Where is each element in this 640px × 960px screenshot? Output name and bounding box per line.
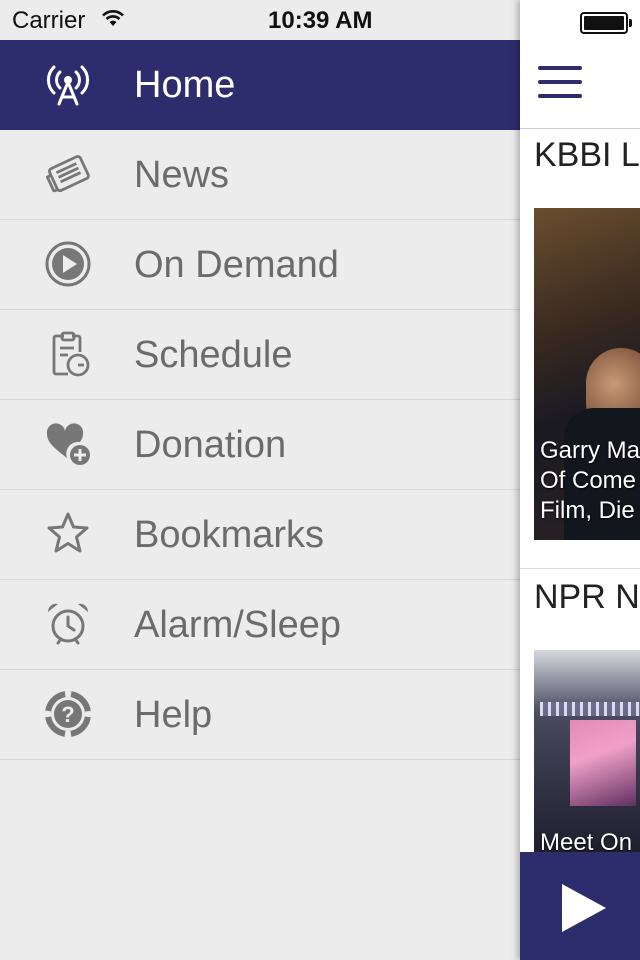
menu-item-help[interactable]: ? Help [0, 670, 520, 760]
clipboard-clock-icon [52, 331, 90, 377]
menu-item-schedule[interactable]: Schedule [0, 310, 520, 400]
menu-item-on-demand[interactable]: On Demand [0, 220, 520, 310]
menu-item-label: Bookmarks [134, 514, 325, 556]
menu-item-alarm-sleep[interactable]: Alarm/Sleep [0, 580, 520, 670]
story-caption-line: Of Come [540, 467, 637, 494]
play-icon[interactable] [558, 880, 610, 936]
story-card-npr[interactable]: Meet On [534, 650, 640, 860]
side-menu: Home News On Demand Schedule Donation Bo… [0, 40, 520, 760]
menu-item-label: Schedule [134, 334, 293, 376]
main-content-panel: KBBI L Garry Ma Of Come Film, Die NPR N … [520, 0, 640, 960]
menu-item-donation[interactable]: Donation [0, 400, 520, 490]
menu-item-label: Alarm/Sleep [134, 604, 341, 646]
player-bar [520, 852, 640, 960]
battery-icon [580, 12, 632, 34]
menu-item-news[interactable]: News [0, 130, 520, 220]
section-title-npr: NPR N [534, 578, 640, 616]
wifi-icon [102, 10, 124, 26]
heart-plus-icon [46, 423, 90, 465]
section-title-kbbi: KBBI L [534, 136, 640, 174]
menu-item-home[interactable]: Home [0, 40, 520, 130]
story-card-kbbi[interactable]: Garry Ma Of Come Film, Die [534, 208, 640, 540]
alarm-clock-icon [47, 603, 89, 645]
section-divider [520, 568, 640, 569]
newspaper-icon [45, 155, 90, 193]
story-caption-line: Garry Ma [540, 437, 640, 464]
help-buoy-icon: ? [45, 691, 91, 737]
menu-item-label: News [134, 154, 230, 196]
star-icon [47, 512, 89, 553]
menu-item-label: Home [134, 64, 236, 106]
play-circle-icon [45, 241, 91, 287]
story-caption-line: Film, Die [540, 497, 635, 524]
status-time: 10:39 AM [268, 7, 373, 34]
radio-tower-icon [47, 65, 89, 106]
svg-text:?: ? [61, 702, 74, 727]
nav-divider [520, 128, 640, 129]
menu-item-label: On Demand [134, 244, 339, 286]
carrier-label: Carrier [12, 7, 86, 34]
hamburger-menu-button[interactable] [538, 66, 582, 98]
menu-item-label: Help [134, 694, 213, 736]
status-bar: Carrier 10:39 AM [0, 0, 520, 40]
menu-item-label: Donation [134, 424, 287, 466]
story-image [570, 720, 636, 806]
menu-item-bookmarks[interactable]: Bookmarks [0, 490, 520, 580]
